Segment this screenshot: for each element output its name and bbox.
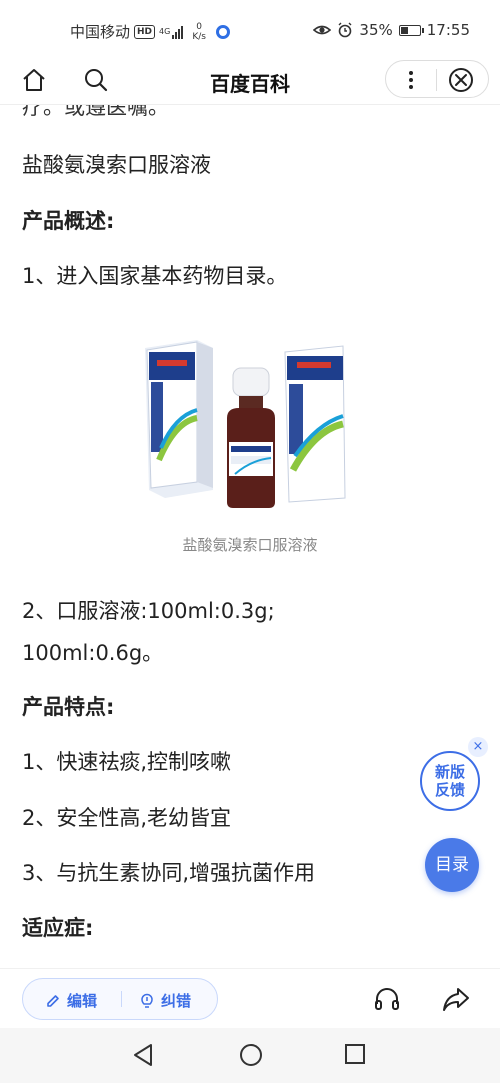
system-navigation-bar — [0, 1028, 500, 1083]
spec-line-1: 2、口服溶液:100ml:0.3g; — [22, 599, 275, 623]
new-version-feedback-button[interactable]: 新版 反馈 — [420, 751, 480, 811]
home-circle-icon[interactable] — [239, 1043, 263, 1067]
feature-item-2: 2、安全性高,老幼皆宜 — [22, 806, 232, 830]
alarm-icon — [338, 22, 352, 38]
edit-button[interactable]: 编辑 — [45, 990, 97, 1011]
recent-apps-icon[interactable] — [344, 1043, 366, 1065]
correct-button[interactable]: 纠错 — [139, 990, 191, 1011]
close-circle-icon[interactable] — [445, 64, 477, 96]
hd-badge: HD — [134, 24, 156, 39]
edit-label: 编辑 — [67, 992, 98, 1010]
battery-percent: 35% — [359, 21, 393, 39]
share-arrow-icon[interactable] — [440, 984, 472, 1014]
speed-unit: K/s — [192, 31, 206, 42]
toolbar-separator — [121, 991, 122, 1007]
correct-label: 纠错 — [161, 992, 192, 1010]
speed-value: 0 — [196, 21, 202, 32]
drug-name: 盐酸氨溴索口服溶液 — [22, 153, 211, 177]
bulb-icon — [141, 993, 153, 1008]
truncated-text-line: 疗。或遵医嘱。 — [22, 105, 169, 119]
status-right: 35% 17:55 — [313, 21, 470, 39]
feedback-close-button[interactable]: × — [468, 737, 488, 757]
carrier-label: 中国移动 — [70, 23, 131, 41]
product-image[interactable] — [135, 330, 365, 515]
edit-correct-pill: 编辑 纠错 — [22, 978, 218, 1020]
article-content: 疗。或遵医嘱。 盐酸氨溴索口服溶液 产品概述: 1、进入国家基本药物目录。 盐酸… — [0, 105, 500, 967]
clock: 17:55 — [426, 21, 470, 39]
headphones-icon[interactable] — [372, 984, 402, 1014]
more-vertical-icon[interactable] — [395, 64, 427, 96]
feature-item-3: 3、与抗生素协同,增强抗菌作用 — [22, 861, 316, 885]
app-notification-icon — [215, 24, 230, 39]
status-bar: 中国移动 HD 4G 0 K/s 35% 17:55 — [0, 0, 500, 58]
image-caption: 盐酸氨溴索口服溶液 — [182, 536, 318, 554]
status-left: 中国移动 HD 4G 0 K/s — [70, 21, 230, 42]
feedback-line-2: 反馈 — [434, 781, 465, 799]
indications-heading: 适应症: — [22, 916, 94, 940]
table-of-contents-button[interactable]: 目录 — [425, 838, 479, 892]
nav-bar: 百度百科 — [0, 58, 500, 105]
network-type: 4G — [159, 26, 171, 36]
spec-line-2: 100ml:0.6g。 — [22, 641, 164, 665]
pencil-icon — [47, 994, 59, 1007]
features-heading: 产品特点: — [22, 695, 115, 719]
capsule-divider — [436, 69, 437, 91]
network-speed: 0 K/s — [192, 22, 206, 42]
signal-icon — [172, 25, 184, 39]
battery-icon — [398, 24, 424, 36]
eye-icon — [313, 25, 332, 35]
bottom-toolbar: 编辑 纠错 — [0, 968, 500, 1029]
feature-item-1: 1、快速祛痰,控制咳嗽 — [22, 750, 232, 774]
overview-item: 1、进入国家基本药物目录。 — [22, 264, 288, 288]
back-triangle-icon[interactable] — [131, 1042, 155, 1068]
overview-heading: 产品概述: — [22, 209, 115, 233]
feedback-line-1: 新版 — [434, 763, 465, 781]
